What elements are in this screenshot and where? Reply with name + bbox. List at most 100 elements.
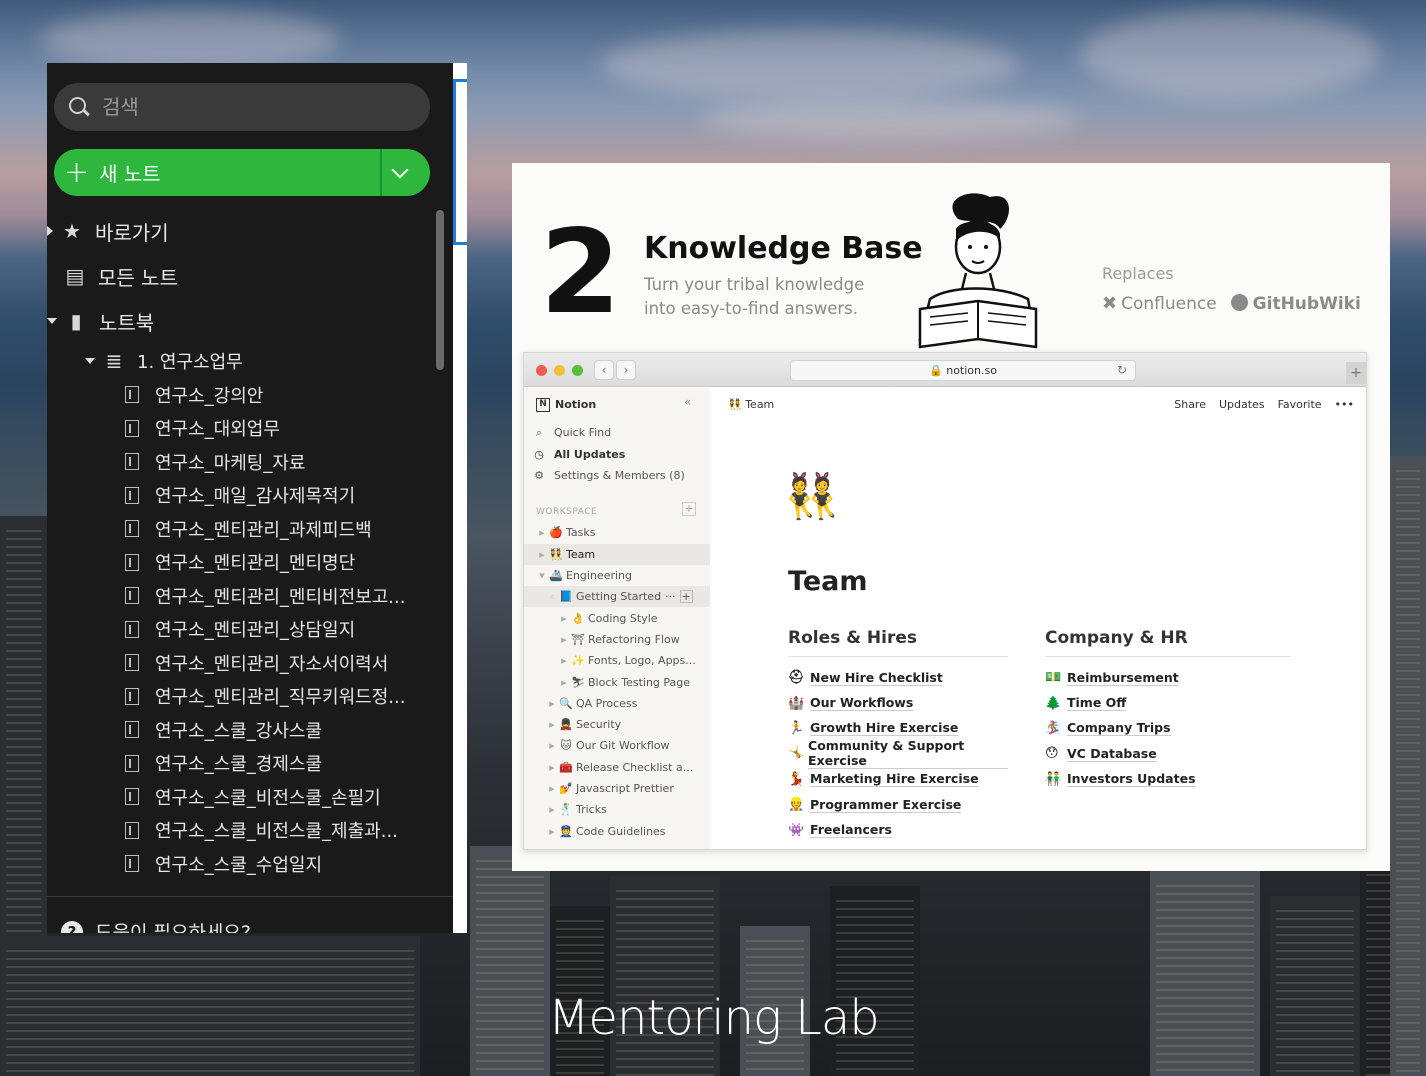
- collapse-arrow-icon[interactable]: ▼: [536, 572, 548, 580]
- sidebar-page[interactable]: ▶ 🍎 Tasks: [524, 522, 710, 543]
- page-link[interactable]: 🏂 Company Trips: [1045, 716, 1291, 741]
- note-title: 연구소_스쿨_비전스쿨_제출과...: [155, 821, 398, 843]
- workspace-switcher[interactable]: N Notion: [524, 394, 710, 415]
- note-item[interactable]: 연구소_멘티관리_상담일지: [125, 613, 405, 647]
- share-button[interactable]: Share: [1174, 398, 1206, 411]
- minimize-window-button[interactable]: [554, 365, 565, 376]
- workspace-name: Notion: [555, 398, 597, 411]
- page-link[interactable]: 🏃 Growth Hire Exercise: [788, 716, 1008, 741]
- reload-icon[interactable]: ↻: [1117, 361, 1127, 380]
- page-link[interactable]: 👷 Programmer Exercise: [788, 792, 1008, 817]
- sidebar-item-notebooks[interactable]: ▮ 노트북: [47, 303, 154, 339]
- sidebar-page[interactable]: ▶ 🕺 Tricks: [524, 799, 710, 820]
- note-title: 연구소_스쿨_강사스쿨: [155, 720, 323, 742]
- collapse-arrow-icon[interactable]: [85, 358, 95, 364]
- column-heading: Roles & Hires: [788, 628, 1008, 657]
- sidebar-page-hover[interactable]: ☝ 📘 Getting Started ··· +: [524, 586, 710, 607]
- address-bar[interactable]: 🔒 notion.so ↻: [790, 360, 1136, 381]
- back-button[interactable]: ‹: [594, 360, 614, 380]
- expand-arrow-icon[interactable]: ▶: [546, 828, 558, 836]
- all-updates[interactable]: ◷ All Updates: [524, 444, 710, 465]
- quick-find[interactable]: ⌕ Quick Find: [524, 422, 710, 443]
- note-item[interactable]: 연구소_마케팅_자료: [125, 445, 405, 479]
- note-item[interactable]: 연구소_멘티관리_과제피드백: [125, 512, 405, 546]
- collapse-arrow-icon[interactable]: [47, 318, 57, 324]
- expand-arrow-icon[interactable]: ▶: [558, 636, 570, 644]
- add-subpage-icon[interactable]: +: [679, 590, 693, 603]
- sidebar-page[interactable]: ▶ ✨ Fonts, Logo, Apps...: [524, 650, 710, 671]
- sidebar-page[interactable]: ▶ 💂 Security: [524, 714, 710, 735]
- sidebar-item-shortcuts[interactable]: ★ 바로가기: [47, 213, 169, 249]
- close-window-button[interactable]: [536, 365, 547, 376]
- sidebar-page[interactable]: ▼ 🚢 Engineering: [524, 565, 710, 586]
- expand-arrow-icon[interactable]: ▶: [536, 529, 548, 537]
- add-page-icon[interactable]: +: [682, 502, 696, 516]
- page-link[interactable]: 💵 Reimbursement: [1045, 665, 1291, 690]
- note-item[interactable]: 연구소_멘티관리_직무키워드정...: [125, 680, 405, 714]
- expand-arrow-icon[interactable]: [47, 226, 53, 236]
- page-label: Code Guidelines: [576, 825, 666, 838]
- notebook-item[interactable]: ≣ 1. 연구소업무: [85, 343, 243, 379]
- search-input[interactable]: [102, 95, 402, 119]
- page-link[interactable]: 😯 VC Database: [1045, 741, 1291, 766]
- note-item[interactable]: 연구소_스쿨_강사스쿨: [125, 713, 405, 747]
- expand-arrow-icon[interactable]: ▶: [546, 785, 558, 793]
- expand-arrow-icon[interactable]: ▶: [558, 615, 570, 623]
- new-note-button[interactable]: + 새 노트: [54, 149, 430, 196]
- note-item[interactable]: 연구소_대외업무: [125, 412, 405, 446]
- document-icon: [125, 855, 139, 873]
- note-item[interactable]: 연구소_멘티관리_멘티비전보고...: [125, 579, 405, 613]
- chevron-down-icon[interactable]: [391, 161, 409, 179]
- note-item[interactable]: 연구소_멘티관리_멘티명단: [125, 546, 405, 580]
- sidebar-page[interactable]: ▶ ⛩ Refactoring Flow: [524, 629, 710, 650]
- expand-arrow-icon[interactable]: ▶: [558, 679, 570, 687]
- sidebar-page[interactable]: ▶ 🐱 Our Git Workflow: [524, 735, 710, 756]
- sidebar-page-active[interactable]: ▶ 👯 Team: [524, 544, 710, 565]
- gear-icon: ⚙: [534, 469, 544, 482]
- sidebar-page[interactable]: ▶ ⛷ Block Testing Page: [524, 672, 710, 693]
- sidebar-item-all-notes[interactable]: ▤ 모든 노트: [64, 258, 178, 294]
- sidebar-page[interactable]: ▶ 💅 Javascript Prettier: [524, 778, 710, 799]
- expand-arrow-icon[interactable]: ▶: [546, 721, 558, 729]
- note-item[interactable]: 연구소_스쿨_경제스쿨: [125, 747, 405, 781]
- note-item[interactable]: 연구소_멘티관리_자소서이력서: [125, 646, 405, 680]
- page-link[interactable]: 👬 Investors Updates: [1045, 767, 1291, 792]
- note-item[interactable]: 연구소_스쿨_수업일지: [125, 847, 405, 881]
- updates-button[interactable]: Updates: [1219, 398, 1265, 411]
- scrollbar[interactable]: [436, 210, 444, 370]
- sidebar-page[interactable]: ▶ 🧰 Release Checklist a...: [524, 757, 710, 778]
- sidebar-page[interactable]: ▶ 👌 Coding Style: [524, 608, 710, 629]
- more-options-button[interactable]: •••: [1335, 398, 1354, 411]
- page-link[interactable]: 🏰 Our Workflows: [788, 690, 1008, 715]
- forward-button[interactable]: ›: [616, 360, 636, 380]
- maximize-window-button[interactable]: [572, 365, 583, 376]
- expand-arrow-icon[interactable]: ▶: [536, 551, 548, 559]
- page-link[interactable]: 👾 Freelancers: [788, 817, 1008, 842]
- help-link[interactable]: ? 도움이 필요하세요?: [61, 918, 251, 933]
- page-link[interactable]: ⛑ New Hire Checklist: [788, 665, 1008, 690]
- settings-members[interactable]: ⚙ Settings & Members (8): [524, 465, 710, 486]
- new-tab-button[interactable]: +: [1346, 362, 1366, 384]
- page-link[interactable]: 🌲 Time Off: [1045, 690, 1291, 715]
- expand-arrow-icon[interactable]: ▶: [546, 700, 558, 708]
- expand-arrow-icon[interactable]: ▶: [546, 742, 558, 750]
- search-bar[interactable]: [54, 83, 430, 131]
- expand-arrow-icon[interactable]: ▶: [546, 806, 558, 814]
- page-link[interactable]: 💃 Marketing Hire Exercise: [788, 767, 1008, 792]
- page-emoji-icon[interactable]: 👯: [784, 470, 839, 522]
- sidebar-page[interactable]: ▶ 👮 Code Guidelines: [524, 821, 710, 842]
- roles-hires-column: Roles & Hires ⛑ New Hire Checklist 🏰 Our W…: [788, 628, 1008, 843]
- breadcrumb[interactable]: 👯 Team: [728, 398, 774, 411]
- note-item[interactable]: 연구소_매일_감사제목적기: [125, 479, 405, 513]
- favorite-button[interactable]: Favorite: [1278, 398, 1322, 411]
- sidebar-page[interactable]: ▶ 🔍 QA Process: [524, 693, 710, 714]
- expand-arrow-icon[interactable]: ▶: [546, 764, 558, 772]
- page-link[interactable]: 🤸 Community & Support Exercise: [788, 738, 1008, 770]
- clock-icon: ◷: [534, 448, 544, 461]
- note-item[interactable]: 연구소_스쿨_비전스쿨_손필기: [125, 780, 405, 814]
- note-item[interactable]: 연구소_스쿨_비전스쿨_제출과...: [125, 814, 405, 848]
- note-item[interactable]: 연구소_강의안: [125, 378, 405, 412]
- more-icon[interactable]: ···: [665, 590, 676, 603]
- collapse-sidebar-icon[interactable]: «: [684, 395, 691, 409]
- expand-arrow-icon[interactable]: ▶: [558, 657, 570, 665]
